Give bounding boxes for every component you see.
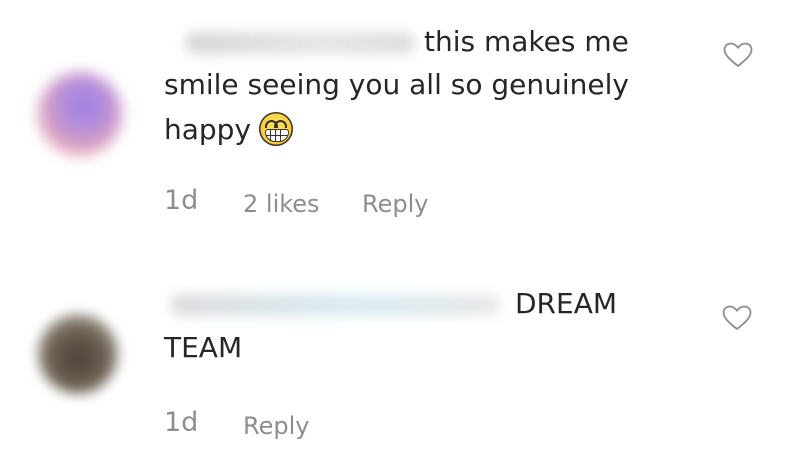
comment-text-line: TEAM [164,331,243,364]
heart-outline-icon[interactable] [722,305,752,331]
grinning-face-with-teeth-icon [259,112,294,146]
reply-button[interactable]: Reply [362,190,428,218]
comment-text-line: this makes me [424,25,629,58]
comment-item: DREAM TEAM 1d Reply [0,270,800,458]
comment-text-word: happy [164,113,252,146]
comment-text-line: smile seeing you all so genuinely [164,68,629,101]
avatar[interactable] [38,314,118,394]
username-blurred[interactable] [185,32,415,54]
avatar[interactable] [38,72,122,156]
comment-timestamp[interactable]: 1d [164,407,198,438]
comment-item: this makes me smile seeing you all so ge… [0,0,800,240]
heart-outline-icon[interactable] [723,42,753,68]
comment-text-line: happy [164,112,294,147]
likes-count[interactable]: 2 likes [243,190,320,218]
comment-text-line: DREAM [515,287,618,320]
username-blurred[interactable] [170,294,500,316]
reply-button[interactable]: Reply [243,412,309,440]
comment-timestamp[interactable]: 1d [164,185,198,216]
